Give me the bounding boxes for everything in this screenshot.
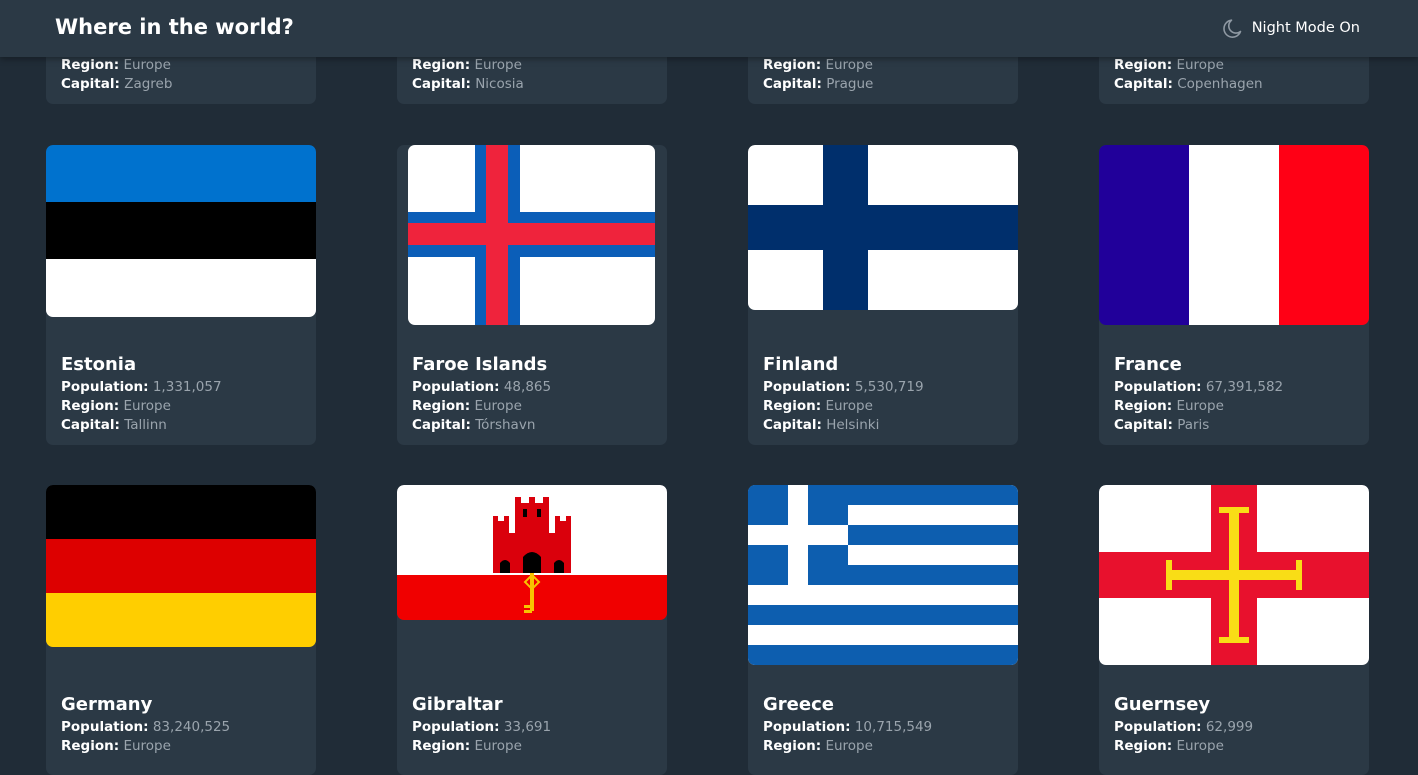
- population-line: Population: 10,715,549: [763, 719, 933, 735]
- region-line: Region: Europe: [763, 398, 873, 414]
- region-line: Region: Europe: [61, 398, 171, 414]
- capital-line: Capital: Helsinki: [763, 417, 880, 433]
- region-line: Region: Europe: [1114, 57, 1224, 73]
- country-card-gibraltar[interactable]: Gibraltar Population: 33,691 Region: Eur…: [397, 485, 667, 775]
- country-card-estonia[interactable]: Estonia Population: 1,331,057 Region: Eu…: [46, 145, 316, 445]
- countries-grid: Region: Europe Capital: Zagreb Region: E…: [0, 0, 1418, 775]
- flag-greece: [748, 485, 1018, 665]
- country-card-guernsey[interactable]: Guernsey Population: 62,999 Region: Euro…: [1099, 485, 1369, 775]
- night-mode-toggle[interactable]: Night Mode On: [1221, 15, 1360, 41]
- moon-icon: [1222, 19, 1242, 38]
- capital-line: Capital: Zagreb: [61, 76, 173, 92]
- country-card-faroe-islands[interactable]: Faroe Islands Population: 48,865 Region:…: [397, 145, 667, 445]
- country-card-finland[interactable]: Finland Population: 5,530,719 Region: Eu…: [748, 145, 1018, 445]
- population-line: Population: 67,391,582: [1114, 379, 1284, 395]
- capital-line: Capital: Tórshavn: [412, 417, 536, 433]
- country-name: Finland: [763, 354, 839, 375]
- night-mode-label: Night Mode On: [1251, 20, 1360, 36]
- flag-france: [1099, 145, 1369, 325]
- country-name: France: [1114, 354, 1182, 375]
- country-name: Guernsey: [1114, 694, 1211, 715]
- region-line: Region: Europe: [1114, 398, 1224, 414]
- flag-faroe-islands: [408, 145, 655, 325]
- capital-line: Capital: Paris: [1114, 417, 1210, 433]
- population-line: Population: 62,999: [1114, 719, 1254, 735]
- region-line: Region: Europe: [61, 57, 171, 73]
- country-name: Faroe Islands: [412, 354, 548, 375]
- flag-germany: [46, 485, 316, 647]
- region-line: Region: Europe: [763, 738, 873, 754]
- capital-line: Capital: Copenhagen: [1114, 76, 1263, 92]
- app-title: Where in the world?: [55, 15, 294, 39]
- flag-finland: [748, 145, 1018, 310]
- region-line: Region: Europe: [763, 57, 873, 73]
- flag-gibraltar: [397, 485, 667, 620]
- capital-line: Capital: Tallinn: [61, 417, 167, 433]
- capital-line: Capital: Nicosia: [412, 76, 524, 92]
- country-card-france[interactable]: France Population: 67,391,582 Region: Eu…: [1099, 145, 1369, 445]
- app-header: Where in the world? Night Mode On: [0, 0, 1418, 57]
- country-name: Greece: [763, 694, 834, 715]
- flag-guernsey: [1099, 485, 1369, 665]
- country-name: Gibraltar: [412, 694, 503, 715]
- population-line: Population: 48,865: [412, 379, 552, 395]
- flag-estonia: [46, 145, 316, 317]
- region-line: Region: Europe: [412, 57, 522, 73]
- country-card-greece[interactable]: Greece Population: 10,715,549 Region: Eu…: [748, 485, 1018, 775]
- country-name: Germany: [61, 694, 153, 715]
- population-line: Population: 33,691: [412, 719, 552, 735]
- country-name: Estonia: [61, 354, 137, 375]
- population-line: Population: 83,240,525: [61, 719, 231, 735]
- country-card-germany[interactable]: Germany Population: 83,240,525 Region: E…: [46, 485, 316, 775]
- region-line: Region: Europe: [412, 738, 522, 754]
- region-line: Region: Europe: [61, 738, 171, 754]
- capital-line: Capital: Prague: [763, 76, 874, 92]
- population-line: Population: 5,530,719: [763, 379, 924, 395]
- population-line: Population: 1,331,057: [61, 379, 222, 395]
- region-line: Region: Europe: [412, 398, 522, 414]
- region-line: Region: Europe: [1114, 738, 1224, 754]
